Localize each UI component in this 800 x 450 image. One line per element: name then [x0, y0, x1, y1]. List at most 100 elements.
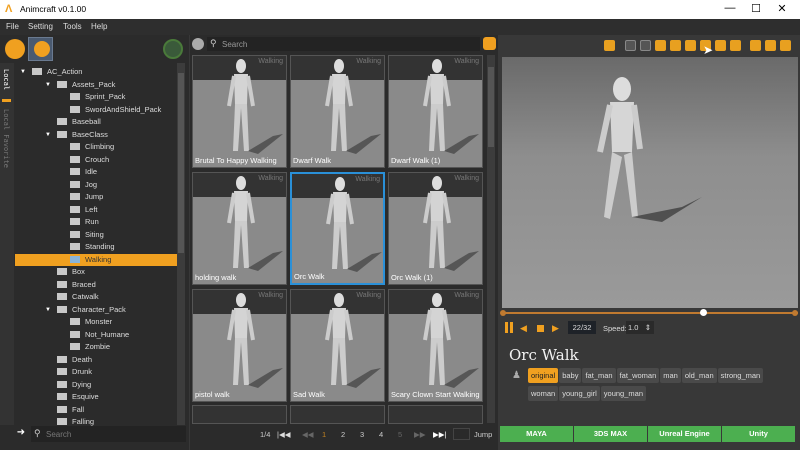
tree-item[interactable]: ▼ Character_Pack	[45, 304, 126, 316]
minimize-button[interactable]: —	[720, 2, 740, 14]
tree-item[interactable]: ▼ AC_Action	[20, 66, 82, 78]
page-3[interactable]: 3	[360, 430, 364, 439]
speed-spinner[interactable]: 1.0 ⇕	[626, 321, 654, 334]
local-library-button[interactable]	[28, 37, 53, 61]
first-page-button[interactable]: |◀◀	[277, 430, 290, 439]
tab-local[interactable]: Local	[2, 69, 10, 90]
maximize-button[interactable]: ☐	[746, 2, 766, 15]
recycle-icon[interactable]	[780, 40, 791, 51]
timeline-track[interactable]	[502, 312, 798, 314]
animation-thumbnail[interactable]: Walking Orc Walk (1)	[388, 172, 483, 285]
page-2[interactable]: 2	[341, 430, 345, 439]
expand-arrow-icon[interactable]: ▼	[45, 129, 51, 141]
mascot-icon[interactable]	[5, 39, 25, 59]
animation-thumbnail[interactable]: Walking Brutal To Happy Walking	[192, 55, 287, 168]
grid-scrollbar[interactable]	[487, 55, 495, 423]
tree-item[interactable]: Zombie	[70, 341, 110, 353]
clapper-icon[interactable]	[750, 40, 761, 51]
tree-item[interactable]: Siting	[70, 229, 104, 241]
tree-item[interactable]: Climbing	[70, 141, 114, 153]
last-page-button[interactable]: ▶▶|	[433, 430, 446, 439]
step-forward-button[interactable]: ▶	[552, 323, 559, 334]
tag-man[interactable]: man	[660, 368, 681, 383]
tree-search-input[interactable]: ⚲ Search	[31, 426, 186, 442]
export-icon[interactable]	[765, 40, 776, 51]
animation-thumbnail[interactable]: Walking Sad Walk	[290, 289, 385, 402]
page-4[interactable]: 4	[379, 430, 383, 439]
tree-item[interactable]: Jog	[70, 179, 97, 191]
tree-item[interactable]: Jump	[70, 191, 103, 203]
next-page-button[interactable]: ▶▶	[414, 430, 426, 439]
tree-item[interactable]: Falling	[57, 416, 94, 428]
stop-button[interactable]	[537, 325, 544, 332]
root-motion-icon[interactable]	[655, 40, 666, 51]
tag-strong-man[interactable]: strong_man	[717, 368, 764, 383]
jump-button[interactable]: Jump	[474, 430, 492, 439]
tag-young-man[interactable]: young_man	[600, 386, 646, 401]
add-folder-icon[interactable]	[483, 37, 496, 50]
tab-local-favorite[interactable]: Local Favorite	[2, 109, 10, 168]
tree-scrollbar[interactable]	[177, 63, 185, 425]
menu-setting[interactable]: Setting	[28, 22, 53, 31]
grid-icon[interactable]	[625, 40, 636, 51]
prev-page-button[interactable]: ◀◀	[302, 430, 314, 439]
tree-item[interactable]: ▼ BaseClass	[45, 129, 108, 141]
tree-item[interactable]: Monster	[70, 316, 112, 328]
character-settings-icon[interactable]	[604, 40, 615, 51]
tag-fat-woman[interactable]: fat_woman	[616, 368, 660, 383]
tree-item[interactable]: Fall	[57, 404, 84, 416]
tree-item[interactable]: Crouch	[70, 154, 109, 166]
3d-viewport[interactable]	[502, 57, 798, 308]
tree-item[interactable]: Walking	[70, 254, 111, 266]
tree-item[interactable]: Dying	[57, 379, 91, 391]
expand-arrow-icon[interactable]: ▼	[20, 66, 26, 78]
tree-item[interactable]: Braced	[57, 279, 96, 291]
animation-thumbnail[interactable]: Walking holding walk	[192, 172, 287, 285]
page-1[interactable]: 1	[322, 430, 326, 439]
timeline-start[interactable]	[500, 310, 506, 316]
jump-page-input[interactable]	[453, 428, 470, 440]
spinner-arrows-icon[interactable]: ⇕	[645, 321, 651, 334]
tree-item[interactable]: Left	[70, 204, 98, 216]
tag-original[interactable]: original	[528, 368, 559, 383]
tree-item[interactable]: Sprint_Pack	[70, 91, 125, 103]
thumbnail-partial[interactable]	[290, 405, 385, 424]
tag-fat-man[interactable]: fat_man	[582, 368, 616, 383]
animation-thumbnail[interactable]: Walking Dwarf Walk	[290, 55, 385, 168]
tree-item[interactable]: Drunk	[57, 366, 92, 378]
tree-item[interactable]: Standing	[70, 241, 115, 253]
expand-arrow-icon[interactable]: ▼	[45, 79, 51, 91]
tag-baby[interactable]: baby	[559, 368, 582, 383]
tag-old-man[interactable]: old_man	[681, 368, 717, 383]
ik-icon[interactable]	[685, 40, 696, 51]
thumbnail-partial[interactable]	[388, 405, 483, 424]
export-3ds-max-button[interactable]: 3DS MAX	[574, 426, 647, 442]
export-unity-button[interactable]: Unity	[722, 426, 795, 442]
tree-item[interactable]: Catwalk	[57, 291, 99, 303]
export-maya-button[interactable]: MAYA	[500, 426, 573, 442]
animation-thumbnail[interactable]: Walking Scary Clown Start Walking	[388, 289, 483, 402]
tree-item[interactable]: SwordAndShield_Pack	[70, 104, 161, 116]
animation-thumbnail[interactable]: Walking Dwarf Walk (1)	[388, 55, 483, 168]
page-5[interactable]: 5	[398, 430, 402, 439]
skeleton-icon[interactable]	[730, 40, 741, 51]
thumbnail-partial[interactable]	[192, 405, 287, 424]
timeline-end[interactable]	[792, 310, 798, 316]
sync-icon[interactable]	[163, 39, 183, 59]
tree-item[interactable]: ▼ Assets_Pack	[45, 79, 115, 91]
floor-icon[interactable]	[640, 40, 651, 51]
close-button[interactable]: ✕	[772, 2, 792, 15]
menu-tools[interactable]: Tools	[63, 22, 82, 31]
menu-file[interactable]: File	[6, 22, 19, 31]
tree-item[interactable]: Idle	[70, 166, 97, 178]
tree-item[interactable]: Esquive	[57, 391, 99, 403]
tree-item[interactable]: Baseball	[57, 116, 101, 128]
camera-follow-icon[interactable]	[670, 40, 681, 51]
tree-item[interactable]: Box	[57, 266, 85, 278]
tree-item[interactable]: Run	[70, 216, 99, 228]
menu-help[interactable]: Help	[91, 22, 107, 31]
filter-icon[interactable]	[192, 38, 204, 50]
animation-thumbnail[interactable]: Walking Orc Walk	[290, 172, 385, 285]
export-unreal-engine-button[interactable]: Unreal Engine	[648, 426, 721, 442]
tree-item[interactable]: Not_Humane	[70, 329, 129, 341]
